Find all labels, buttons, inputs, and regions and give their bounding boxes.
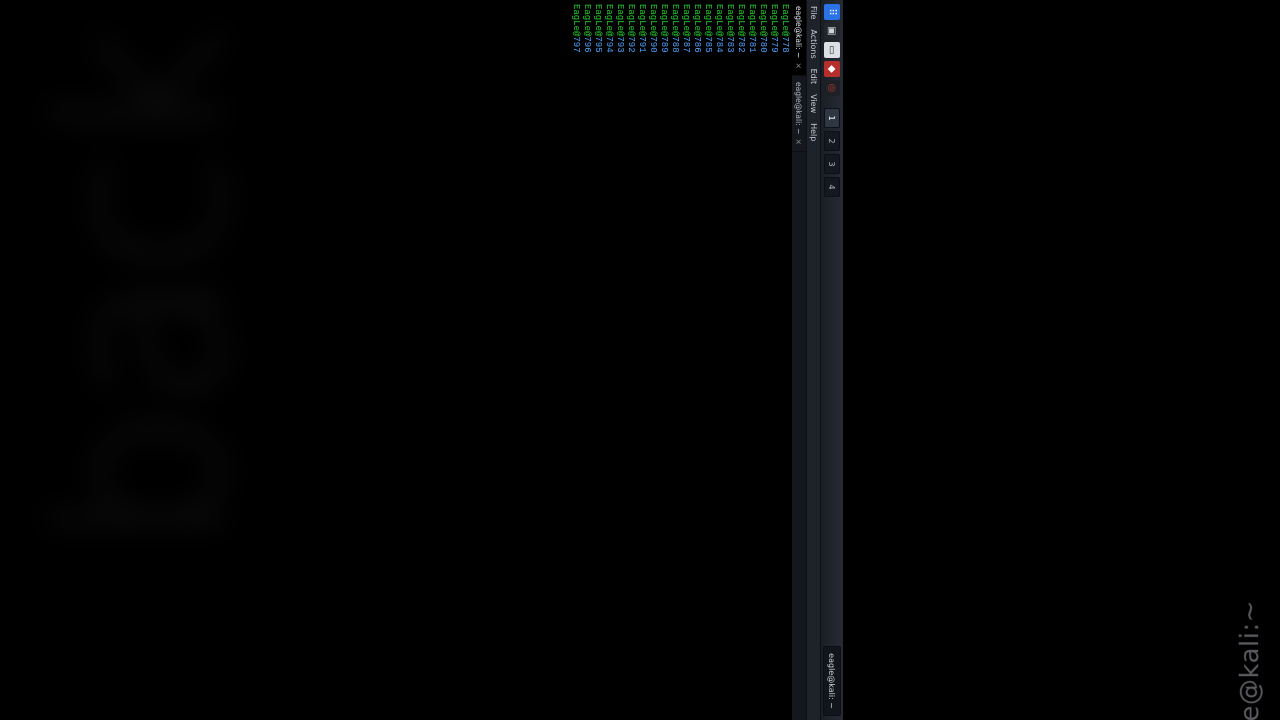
- terminal-window: FileActionsEditViewHelp eagle@kali: ~×ea…: [438, 0, 821, 720]
- terminal-tab-label: eagle@kali: ~: [795, 82, 804, 134]
- video-frame: back | t eagle@kali:~ >> back | track4: [0, 0, 1280, 720]
- linux-desktop: >> back | track4 ⠿▣▭◆◎1234eagle@kali: ~ …: [438, 0, 843, 720]
- bg-wallpaper-text: back | t: [10, 0, 277, 550]
- terminal-line: EagLe@780: [757, 4, 768, 716]
- terminal-line: EagLe@795: [592, 4, 603, 716]
- terminal-line: EagLe@779: [768, 4, 779, 716]
- terminal-line: EagLe@791: [636, 4, 647, 716]
- terminal-line: EagLe@793: [614, 4, 625, 716]
- terminal-menubar: File Actions Edit View Help: [806, 0, 821, 720]
- video-title-side: eagle@kali:~: [1235, 600, 1265, 720]
- terminal-line: EagLe@784: [713, 4, 724, 716]
- top-panel: ⠿ ▣ ▭ ◆ ◎ 1 2 3 4 eagle@kali: ~: [820, 0, 843, 720]
- terminal-line: EagLe@797: [570, 4, 581, 716]
- terminal-line: EagLe@781: [746, 4, 757, 716]
- terminal-menu-help[interactable]: Help: [810, 123, 819, 141]
- terminal-line: EagLe@789: [658, 4, 669, 716]
- terminal-menu-actions[interactable]: Actions: [810, 29, 819, 58]
- terminal-menu-file[interactable]: File: [810, 6, 819, 19]
- workspace-2[interactable]: 2: [824, 131, 840, 151]
- terminal-line: EagLe@785: [702, 4, 713, 716]
- file-manager-icon[interactable]: ▭: [824, 42, 840, 58]
- terminal-line: EagLe@790: [647, 4, 658, 716]
- kali-menu-icon[interactable]: ⠿: [824, 4, 840, 20]
- terminal-line: EagLe@782: [735, 4, 746, 716]
- close-icon[interactable]: ×: [795, 138, 804, 145]
- terminal-tab-0[interactable]: eagle@kali: ~ ×: [792, 0, 806, 76]
- workspace-3[interactable]: 3: [824, 154, 840, 174]
- workspace-4[interactable]: 4: [824, 177, 840, 197]
- terminal-menu-edit[interactable]: Edit: [810, 69, 819, 85]
- portrait-strip: >> back | track4 ⠿▣▭◆◎1234eagle@kali: ~ …: [438, 0, 843, 720]
- terminal-line: EagLe@787: [680, 4, 691, 716]
- terminal-line: EagLe@783: [724, 4, 735, 716]
- terminal-tab-label: eagle@kali: ~: [795, 6, 804, 58]
- terminal-line: EagLe@788: [669, 4, 680, 716]
- close-icon[interactable]: ×: [795, 62, 804, 69]
- terminal-menu-view[interactable]: View: [810, 94, 819, 113]
- workspace-1[interactable]: 1: [824, 108, 840, 128]
- terminal-tabbar: eagle@kali: ~ × eagle@kali: ~ ×: [792, 0, 806, 720]
- terminal-line: EagLe@792: [625, 4, 636, 716]
- terminal-line: EagLe@796: [581, 4, 592, 716]
- taskbar-terminal-button[interactable]: eagle@kali: ~: [823, 646, 841, 716]
- app-1-icon[interactable]: ◆: [824, 61, 840, 77]
- terminal-line: EagLe@786: [691, 4, 702, 716]
- terminal-launch-icon[interactable]: ▣: [824, 23, 840, 39]
- app-2-icon[interactable]: ◎: [824, 80, 840, 96]
- terminal-line: EagLe@778: [779, 4, 790, 716]
- terminal-output[interactable]: EagLe@778EagLe@779EagLe@780EagLe@781EagL…: [438, 0, 792, 720]
- terminal-line: EagLe@794: [603, 4, 614, 716]
- terminal-tab-1[interactable]: eagle@kali: ~ ×: [792, 76, 806, 152]
